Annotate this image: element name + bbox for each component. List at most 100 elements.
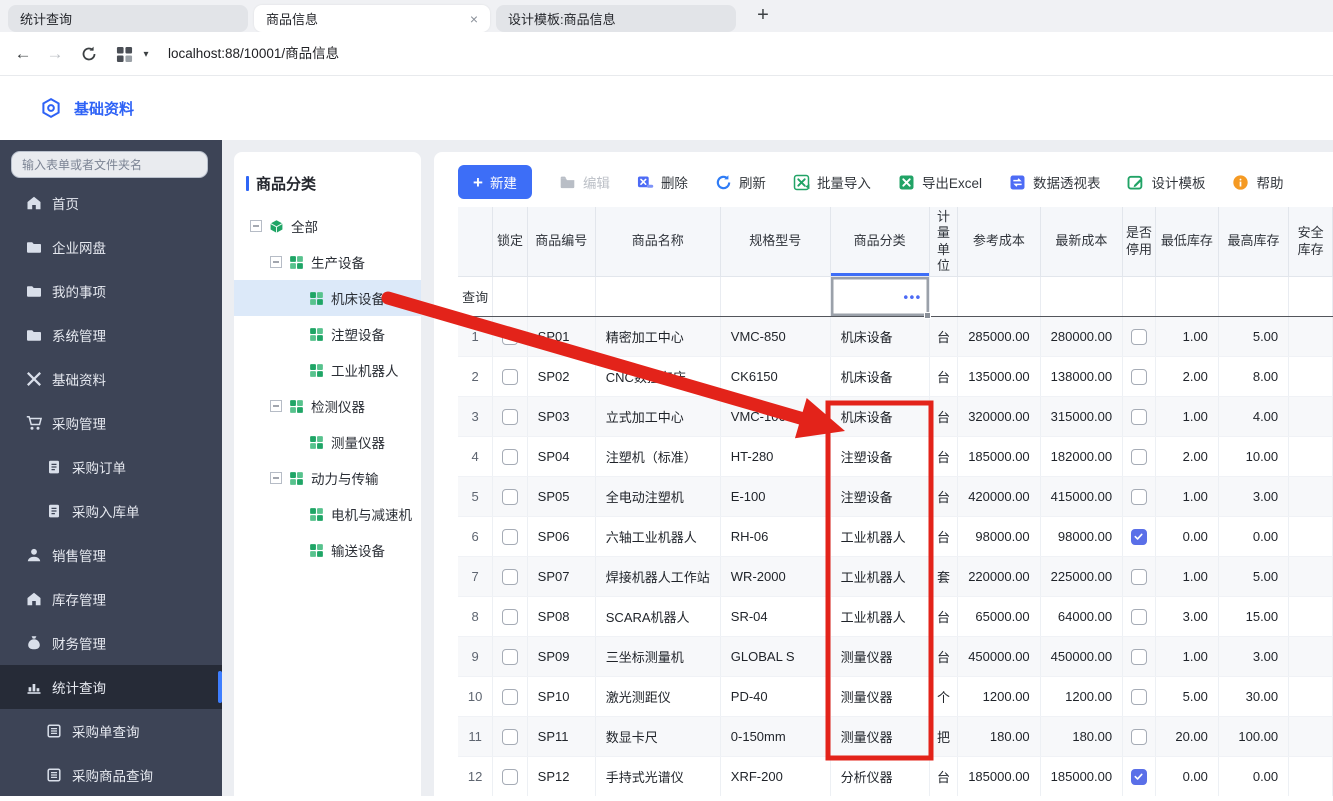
stopped-checkbox[interactable]	[1130, 448, 1147, 465]
query-cell-规格型号[interactable]	[720, 276, 831, 317]
stopped-checkbox[interactable]	[1130, 328, 1147, 345]
sidebar-item-库存管理[interactable]: 库存管理	[0, 577, 222, 621]
query-cell-商品名称[interactable]	[595, 276, 721, 317]
table-row[interactable]: 8 SP08 SCARA机器人 SR-04 工业机器人台 65000.00 64000.00…	[458, 596, 1333, 637]
table-row[interactable]: 3 SP03 立式加工中心 VMC-1060 机床设备台 320000.00 315000.…	[458, 396, 1333, 437]
table-row[interactable]: 4 SP04 注塑机（标准） HT-280 注塑设备台 185000.00 182000.0…	[458, 436, 1333, 477]
close-icon[interactable]: ×	[460, 11, 478, 27]
tree-node-生产设备[interactable]: 生产设备	[234, 244, 421, 280]
toolbar-button-编辑[interactable]: 编辑	[559, 172, 610, 192]
new-tab-button[interactable]: +	[750, 3, 776, 29]
sidebar-item-采购入库单[interactable]: 采购入库单	[0, 489, 222, 533]
tree-node-全部[interactable]: 全部	[234, 208, 421, 244]
chevron-down-icon[interactable]: ▾	[138, 32, 154, 76]
tree-node-工业机器人[interactable]: 工业机器人	[234, 352, 421, 388]
tab-design-template[interactable]: 设计模板:商品信息	[496, 5, 736, 32]
tree-node-检测仪器[interactable]: 检测仪器	[234, 388, 421, 424]
query-cell-商品编号[interactable]	[527, 276, 596, 317]
tree-node-注塑设备[interactable]: 注塑设备	[234, 316, 421, 352]
tab-product-info[interactable]: 商品信息 ×	[254, 5, 490, 32]
category-filter-ellipsis-button[interactable]: •••	[904, 289, 922, 304]
query-cell-最新成本[interactable]	[1040, 276, 1124, 317]
lock-checkbox[interactable]	[501, 728, 518, 745]
table-row[interactable]: 7 SP07 焊接机器人工作站 WR-2000 工业机器人套 220000.00 22500…	[458, 556, 1333, 597]
table-row[interactable]: 5 SP05 全电动注塑机 E-100 注塑设备台 420000.00 415000.00 1…	[458, 476, 1333, 517]
lock-checkbox[interactable]	[501, 528, 518, 545]
stopped-checkbox[interactable]	[1130, 768, 1147, 785]
table-row[interactable]: 9 SP09 三坐标测量机 GLOBAL S 测量仪器台 450000.00 450000.…	[458, 636, 1333, 677]
column-header-规格型号[interactable]: 规格型号	[720, 207, 831, 277]
tree-collapse-icon[interactable]	[270, 472, 282, 484]
column-header-参考成本[interactable]: 参考成本	[957, 207, 1041, 277]
lock-checkbox[interactable]	[501, 688, 518, 705]
column-header-商品编号[interactable]: 商品编号	[527, 207, 596, 277]
stopped-checkbox[interactable]	[1130, 728, 1147, 745]
address-bar-url[interactable]: localhost:88/10001/商品信息	[168, 32, 339, 76]
table-row[interactable]: 12 SP12 手持式光谱仪 XRF-200 分析仪器台 185000.00 185000.…	[458, 756, 1333, 796]
tree-collapse-icon[interactable]	[270, 400, 282, 412]
table-row[interactable]: 11 SP11 数显卡尺 0-150mm 测量仪器把 180.00 180.00 20.00 1…	[458, 716, 1333, 757]
back-icon[interactable]: ←	[10, 32, 36, 76]
column-header-row-number[interactable]	[458, 207, 494, 277]
toolbar-button-刷新[interactable]: 刷新	[715, 172, 766, 192]
tree-node-电机与减速机[interactable]: 电机与减速机	[234, 496, 421, 532]
query-cell-参考成本[interactable]	[957, 276, 1041, 317]
sidebar-item-采购管理[interactable]: 采购管理	[0, 401, 222, 445]
toolbar-button-新建[interactable]: + 新建	[458, 165, 532, 199]
sidebar-item-我的事项[interactable]: 我的事项	[0, 269, 222, 313]
tab-statistics-query[interactable]: 统计查询	[8, 5, 248, 32]
tree-collapse-icon[interactable]	[270, 256, 282, 268]
sidebar-item-统计查询[interactable]: 统计查询	[0, 665, 222, 709]
toolbar-button-批量导入[interactable]: 批量导入	[793, 172, 871, 192]
lock-checkbox[interactable]	[501, 648, 518, 665]
lock-checkbox[interactable]	[501, 488, 518, 505]
stopped-checkbox[interactable]	[1130, 568, 1147, 585]
stopped-checkbox[interactable]	[1130, 608, 1147, 625]
sidebar-item-基础资料[interactable]: 基础资料	[0, 357, 222, 401]
sidebar-item-采购单查询[interactable]: 采购单查询	[0, 709, 222, 753]
stopped-checkbox[interactable]	[1130, 368, 1147, 385]
column-header-是否停用[interactable]: 是否停用	[1122, 207, 1156, 277]
stopped-checkbox[interactable]	[1130, 688, 1147, 705]
sidebar-item-首页[interactable]: 首页	[0, 181, 222, 225]
lock-checkbox[interactable]	[501, 368, 518, 385]
tree-node-输送设备[interactable]: 输送设备	[234, 532, 421, 568]
query-cell-安全库存[interactable]	[1288, 276, 1333, 317]
toolbar-button-数据透视表[interactable]: 数据透视表	[1009, 172, 1100, 192]
column-header-安全库存[interactable]: 安全库存	[1288, 207, 1333, 277]
sidebar-item-销售管理[interactable]: 销售管理	[0, 533, 222, 577]
query-cell-最高库存[interactable]	[1218, 276, 1290, 317]
sidebar-item-采购商品查询[interactable]: 采购商品查询	[0, 753, 222, 797]
toolbar-button-帮助[interactable]: 帮助	[1232, 172, 1283, 192]
column-header-锁定[interactable]: 锁定	[492, 207, 528, 277]
column-header-商品分类[interactable]: 商品分类	[830, 207, 930, 277]
stopped-checkbox[interactable]	[1130, 528, 1147, 545]
tree-node-动力与传输[interactable]: 动力与传输	[234, 460, 421, 496]
query-cell-锁定[interactable]	[492, 276, 528, 317]
toolbar-button-删除[interactable]: 删除	[637, 172, 688, 192]
sidebar-item-企业网盘[interactable]: 企业网盘	[0, 225, 222, 269]
stopped-checkbox[interactable]	[1130, 408, 1147, 425]
toolbar-button-导出Excel[interactable]: 导出Excel	[898, 172, 982, 192]
query-cell-最低库存[interactable]	[1155, 276, 1219, 317]
column-header-最高库存[interactable]: 最高库存	[1218, 207, 1290, 277]
lock-checkbox[interactable]	[501, 328, 518, 345]
query-cell-label[interactable]: 查询	[458, 276, 494, 317]
query-cell-计量单位[interactable]	[929, 276, 959, 317]
tree-node-测量仪器[interactable]: 测量仪器	[234, 424, 421, 460]
column-header-最低库存[interactable]: 最低库存	[1155, 207, 1219, 277]
table-row[interactable]: 10 SP10 激光测距仪 PD-40 测量仪器个 1200.00 1200.00 5.00 3…	[458, 676, 1333, 717]
query-cell-是否停用[interactable]	[1122, 276, 1156, 317]
tree-collapse-icon[interactable]	[250, 220, 262, 232]
sidebar-search-input[interactable]	[11, 151, 208, 178]
column-header-商品名称[interactable]: 商品名称	[595, 207, 721, 277]
forward-icon[interactable]: →	[42, 32, 68, 76]
lock-checkbox[interactable]	[501, 608, 518, 625]
table-row[interactable]: 1 SP01 精密加工中心 VMC-850 机床设备台 285000.00 280000.0…	[458, 316, 1333, 357]
table-row[interactable]: 2 SP02 CNC数控车床 CK6150 机床设备台 135000.00 138000.0…	[458, 356, 1333, 397]
sidebar-item-采购订单[interactable]: 采购订单	[0, 445, 222, 489]
tree-node-机床设备[interactable]: 机床设备	[234, 280, 421, 316]
toolbar-button-设计模板[interactable]: 设计模板	[1127, 172, 1205, 192]
query-cell-商品分类[interactable]: •••	[830, 276, 931, 319]
lock-checkbox[interactable]	[501, 568, 518, 585]
